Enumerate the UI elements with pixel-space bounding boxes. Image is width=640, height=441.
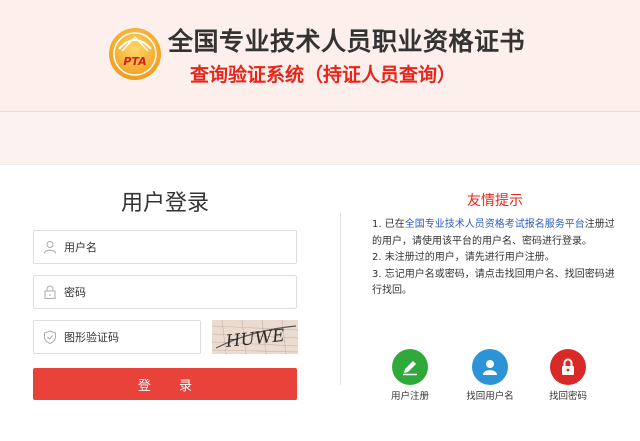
page-title: 全国专业技术人员职业资格证书 [168, 27, 526, 56]
username-input[interactable] [64, 231, 284, 263]
login-card: 用户登录 用户名 图形验证码 HUWE 登 录 友情提示 1. 已在全国专业技术… [0, 164, 640, 441]
header: PTA 全国专业技术人员职业资格证书 查询验证系统（持证人员查询） [0, 0, 640, 112]
register-action[interactable]: 用户注册 [375, 349, 445, 402]
recover-password-action[interactable]: 找回密码 [533, 349, 603, 402]
login-title: 用户登录 [120, 191, 209, 216]
login-button[interactable]: 登 录 [33, 368, 297, 400]
tip-item-2: 2. 未注册过的用户，请先进行用户注册。 [372, 252, 555, 263]
tip-item-3: 3. 忘记用户名或密码，请点击找回用户名、找回密码进行找回。 [372, 268, 615, 297]
tips-title: 友情提示 [467, 193, 523, 209]
captcha-input[interactable] [64, 321, 194, 353]
recover-username-label: 找回用户名 [466, 391, 514, 402]
shield-icon [44, 330, 56, 344]
lock-icon [550, 349, 586, 385]
pencil-icon [392, 349, 428, 385]
logo-text: PTA [123, 55, 146, 68]
divider [340, 213, 341, 385]
platform-link[interactable]: 全国专业技术人员资格考试报名服务平台 [405, 219, 585, 230]
tips-content: 1. 已在全国专业技术人员资格考试报名服务平台注册过的用户，请使用该平台的用户名… [372, 217, 622, 300]
password-field [33, 275, 297, 309]
tip-item-1: 1. 已在全国专业技术人员资格考试报名服务平台注册过的用户，请使用该平台的用户名… [372, 219, 615, 247]
register-label: 用户注册 [390, 391, 429, 402]
recover-password-label: 找回密码 [548, 391, 587, 402]
user-icon [472, 349, 508, 385]
page-subtitle: 查询验证系统（持证人员查询） [190, 64, 457, 86]
pta-logo: PTA [109, 28, 161, 80]
header-band [0, 112, 640, 164]
captcha-image[interactable]: HUWE [212, 320, 298, 354]
user-icon [44, 241, 56, 254]
username-field [33, 230, 297, 264]
captcha-field [33, 320, 201, 354]
password-input[interactable] [64, 276, 284, 308]
recover-username-action[interactable]: 找回用户名 [455, 349, 525, 402]
lock-icon [44, 285, 56, 299]
